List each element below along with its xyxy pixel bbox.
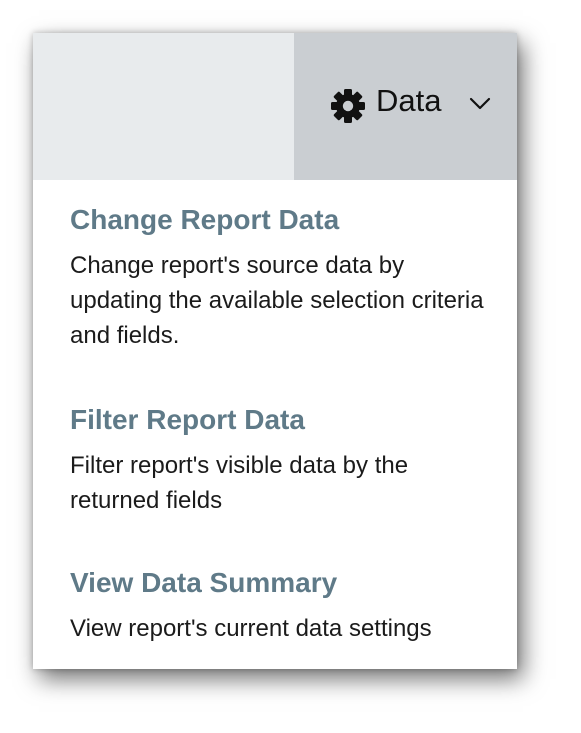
toolbar: Data — [33, 33, 517, 180]
menu-item-filter-report-data[interactable]: Filter Report Data Filter report's visib… — [70, 402, 490, 518]
menu-item-change-report-data[interactable]: Change Report Data Change report's sourc… — [70, 202, 490, 353]
menu-item-title: Filter Report Data — [70, 404, 305, 435]
data-menu-button[interactable]: Data — [294, 33, 517, 180]
menu-item-description: View report's current data settings — [70, 615, 432, 642]
menu-item-view-data-summary[interactable]: View Data Summary View report's current … — [70, 565, 490, 646]
data-dropdown-panel: Data Change Report Data Change report's … — [33, 33, 517, 669]
menu-item-title: View Data Summary — [70, 567, 338, 598]
menu-item-description: Change report's source data by updating … — [70, 252, 484, 349]
menu-item-title: Change Report Data — [70, 204, 340, 235]
data-button-label: Data — [376, 83, 442, 118]
menu-item-description: Filter report's visible data by the retu… — [70, 452, 409, 514]
gear-icon — [331, 89, 365, 123]
chevron-down-icon — [469, 97, 491, 110]
